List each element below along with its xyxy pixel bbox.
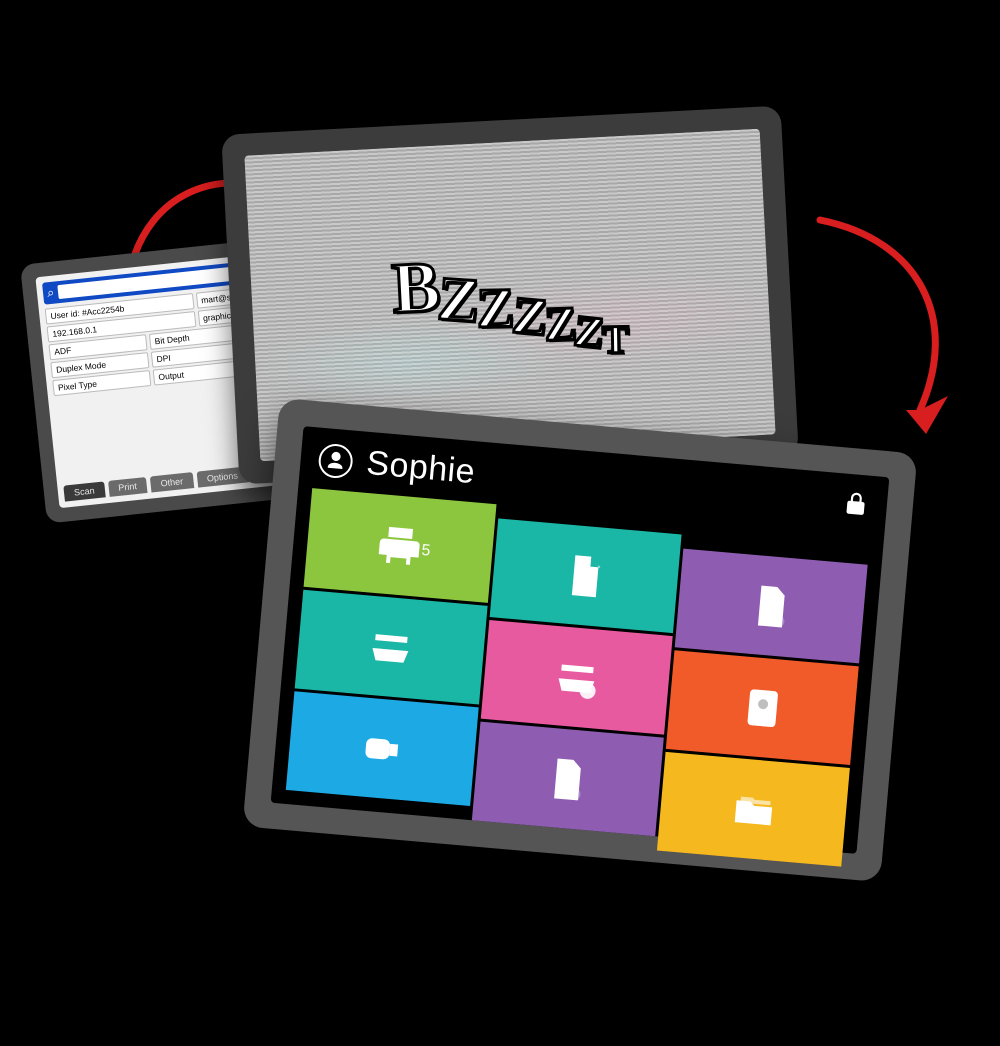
tile-grid: 5 (286, 488, 870, 839)
username-label: Sophie (365, 444, 477, 492)
glitch-text: BZZZZZT (392, 251, 629, 338)
printer-icon (374, 519, 426, 571)
usb-drive-icon (356, 723, 408, 775)
usb-tile[interactable] (286, 691, 479, 806)
cert-document-icon (542, 753, 594, 805)
home-tablet: Sophie 5 (242, 398, 917, 882)
cert-doc-tile[interactable] (675, 549, 868, 664)
id-card-tile[interactable] (666, 650, 859, 765)
tile-badge: 5 (421, 541, 431, 560)
scanner-chat-icon (551, 651, 603, 703)
tab-print[interactable]: Print (108, 477, 148, 497)
tab-scan[interactable]: Scan (63, 481, 105, 501)
home-screen: Sophie 5 (271, 426, 890, 854)
scan-chat-tile[interactable] (480, 620, 673, 735)
document-icon (560, 550, 612, 602)
scanner-icon (365, 621, 417, 673)
lock-icon[interactable] (841, 489, 870, 522)
folder-tile[interactable] (657, 752, 850, 867)
search-icon: ⌕ (46, 285, 55, 302)
id-card-icon (736, 682, 788, 734)
avatar-icon[interactable] (317, 442, 354, 479)
document-tile[interactable] (489, 518, 682, 633)
folder-stack-icon (728, 783, 780, 835)
arrow-right (800, 200, 980, 460)
print-tile[interactable]: 5 (304, 488, 497, 603)
scan-tile[interactable] (295, 590, 488, 705)
cert-doc-tile-2[interactable] (472, 722, 665, 837)
cert-document-icon (745, 580, 797, 632)
tab-other[interactable]: Other (150, 472, 194, 492)
